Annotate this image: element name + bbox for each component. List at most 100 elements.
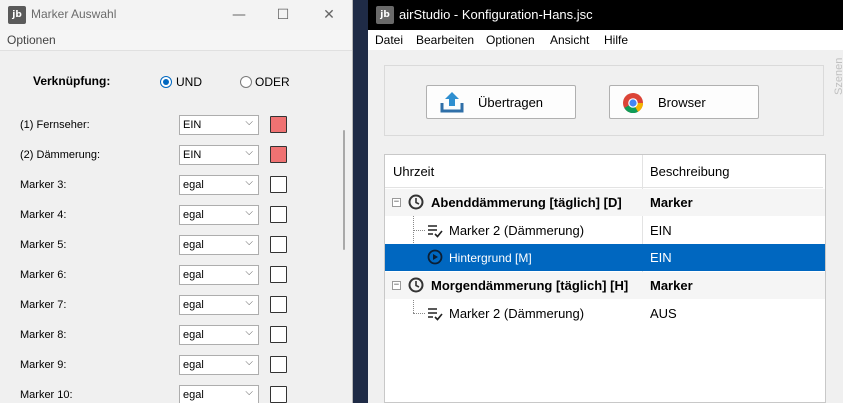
minimize-icon[interactable]: — [228,4,250,26]
tree-group-row[interactable]: − Abenddämmerung [täglich] [D] Marker [385,189,825,216]
clock-icon [408,194,424,210]
tree-item-row[interactable]: Marker 2 (Dämmerung) EIN [385,217,825,244]
marker-select-value: EIN [183,149,202,161]
window-title: airStudio - Konfiguration-Hans.jsc [399,7,593,22]
marker-label: Marker 3: [20,179,67,191]
tree-item-row-selected[interactable]: Hintergrund [M] EIN [385,244,825,271]
tree-item-time: Abenddämmerung [täglich] [D] [431,195,622,210]
marker-color-swatch[interactable] [270,326,287,343]
marker-color-swatch[interactable] [270,356,287,373]
marker-select[interactable]: egal ⌵ [179,235,259,255]
chevron-down-icon: ⌵ [245,207,253,218]
play-circle-icon [427,249,443,265]
marker-color-swatch[interactable] [270,296,287,313]
title-bar[interactable]: jb Marker Auswahl — ☐ ✕ [0,0,352,30]
marker-label: Marker 8: [20,329,67,341]
marker-select[interactable]: egal ⌵ [179,325,259,345]
maximize-icon[interactable]: ☐ [272,4,294,26]
collapse-icon[interactable]: − [392,281,401,290]
tree-item-description: EIN [650,223,672,238]
toolbar-panel: Übertragen Browser [384,65,824,136]
menu-optionen[interactable]: Optionen [486,33,535,47]
marker-label: Marker 4: [20,209,67,221]
tree-item-description: Marker [650,278,693,293]
marker-label: Marker 5: [20,239,67,251]
marker-color-swatch[interactable] [270,146,287,163]
menu-hilfe[interactable]: Hilfe [604,33,628,47]
marker-select[interactable]: egal ⌵ [179,265,259,285]
chevron-down-icon: ⌵ [245,297,253,308]
upload-button[interactable]: Übertragen [426,85,576,119]
app-logo: jb [376,6,394,24]
chevron-down-icon: ⌵ [245,387,253,398]
chevron-down-icon: ⌵ [245,237,253,248]
column-header-time[interactable]: Uhrzeit [385,155,642,188]
marker-color-swatch[interactable] [270,386,287,403]
marker-select-value: egal [183,389,204,401]
marker-color-swatch[interactable] [270,206,287,223]
marker-select-value: egal [183,329,204,341]
tree-item-row[interactable]: Marker 2 (Dämmerung) AUS [385,300,825,327]
menu-ansicht[interactable]: Ansicht [550,33,589,47]
marker-color-swatch[interactable] [270,266,287,283]
upload-button-label: Übertragen [478,95,544,110]
marker-select[interactable]: egal ⌵ [179,385,259,403]
collapse-icon[interactable]: − [392,198,401,207]
radio-und[interactable] [160,76,172,88]
menu-optionen[interactable]: Optionen [7,33,56,47]
checklist-icon [428,308,443,321]
radio-oder[interactable] [240,76,252,88]
marker-select-value: egal [183,209,204,221]
marker-color-swatch[interactable] [270,116,287,133]
marker-select-value: egal [183,359,204,371]
marker-select[interactable]: egal ⌵ [179,175,259,195]
chevron-down-icon: ⌵ [245,327,253,338]
marker-select[interactable]: egal ⌵ [179,205,259,225]
schedule-tree[interactable]: Uhrzeit Beschreibung − Abenddämmerung [t… [384,154,826,403]
radio-oder-label[interactable]: ODER [255,75,290,89]
app-logo: jb [8,6,26,24]
window-title: Marker Auswahl [31,7,117,21]
chevron-down-icon: ⌵ [245,147,253,158]
checklist-icon [428,225,443,238]
marker-select-value: egal [183,299,204,311]
marker-select-value: egal [183,239,204,251]
marker-color-swatch[interactable] [270,176,287,193]
airstudio-window: jb airStudio - Konfiguration-Hans.jsc Da… [368,0,843,403]
menu-bar: Datei Bearbeiten Optionen Ansicht Hilfe [368,30,843,50]
verknuepfung-label: Verknüpfung: [33,74,111,88]
marker-label: Marker 9: [20,359,67,371]
chevron-down-icon: ⌵ [245,357,253,368]
marker-label: Marker 10: [20,389,73,401]
side-panel-label[interactable]: Szenen [833,58,843,95]
marker-color-swatch[interactable] [270,236,287,253]
tree-item-description: Marker [650,195,693,210]
radio-und-label[interactable]: UND [176,75,202,89]
marker-select[interactable]: EIN ⌵ [179,115,259,135]
browser-button[interactable]: Browser [609,85,759,119]
chevron-down-icon: ⌵ [245,177,253,188]
tree-item-description: EIN [650,250,672,265]
marker-label: (1) Fernseher: [20,119,90,131]
marker-select[interactable]: EIN ⌵ [179,145,259,165]
menu-datei[interactable]: Datei [375,33,403,47]
column-header-description[interactable]: Beschreibung [643,155,823,188]
marker-select[interactable]: egal ⌵ [179,295,259,315]
chrome-icon [623,93,644,114]
scrollbar[interactable] [343,130,345,250]
marker-select[interactable]: egal ⌵ [179,355,259,375]
tree-item-time: Marker 2 (Dämmerung) [449,223,585,238]
close-icon[interactable]: ✕ [318,4,340,26]
upload-icon [440,92,464,113]
chevron-down-icon: ⌵ [245,117,253,128]
marker-label: Marker 7: [20,299,67,311]
browser-button-label: Browser [658,95,706,110]
menu-bearbeiten[interactable]: Bearbeiten [416,33,474,47]
tree-item-description: AUS [650,306,677,321]
tree-item-time: Morgendämmerung [täglich] [H] [431,278,629,293]
marker-select-value: egal [183,269,204,281]
tree-group-row[interactable]: − Morgendämmerung [täglich] [H] Marker [385,272,825,299]
title-bar[interactable]: jb airStudio - Konfiguration-Hans.jsc [368,0,843,30]
marker-label: Marker 6: [20,269,67,281]
tree-item-time: Marker 2 (Dämmerung) [449,306,585,321]
